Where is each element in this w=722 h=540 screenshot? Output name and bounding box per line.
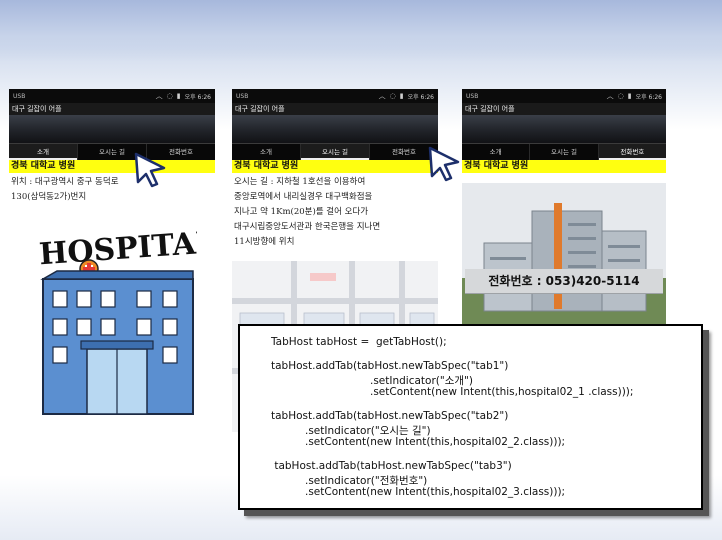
wifi-icon: ◌ xyxy=(617,92,624,100)
hospital-photo xyxy=(462,183,666,329)
app-title: 대구 길잡이 어플 xyxy=(9,103,215,115)
usb-status: USB xyxy=(13,92,26,100)
battery-icon: ▮ xyxy=(627,92,632,100)
directions-text: 오시는 길 : 지하철 1호선을 이용하여 중앙로역에서 내리실경우 대구백화점… xyxy=(234,177,381,247)
code-line: tabHost.addTab(tabHost.newTabSpec("tab1"… xyxy=(271,360,509,372)
content-title: 경북 대학교 병원 xyxy=(232,160,438,173)
wifi-icon: ◌ xyxy=(389,92,396,100)
tab-intro[interactable]: 소개 xyxy=(9,144,78,160)
code-line: .setContent(new Intent(this,hospital02_2… xyxy=(305,436,566,448)
signal-icon: ︿ xyxy=(378,92,386,100)
app-title: 대구 길잡이 어플 xyxy=(462,103,666,115)
signal-icon: ︿ xyxy=(606,92,614,100)
code-snippet-panel: TabHost tabHost = getTabHost(); tabHost.… xyxy=(238,324,703,510)
app-title: 대구 길잡이 어플 xyxy=(232,103,438,115)
battery-icon: ▮ xyxy=(176,92,181,100)
code-line: .setContent(new Intent(this,hospital02_1… xyxy=(370,386,634,398)
tab-phone[interactable]: 전화번호 xyxy=(598,144,666,160)
tab-intro[interactable]: 소개 xyxy=(232,144,301,160)
code-line: .setContent(new Intent(this,hospital02_3… xyxy=(305,486,566,498)
phone-screenshot-intro: USB ︿ ◌ ▮ 오후 6:26 대구 길잡이 어플 소개 오시는 길 전화번… xyxy=(9,89,215,432)
slide-header-band xyxy=(0,0,722,62)
location-text: 위치 : 대구광역시 중구 동덕로 130(삼덕동2가)번지 xyxy=(11,177,119,202)
tab-bar: 소개 오시는 길 전화번호 xyxy=(9,143,215,160)
code-line: TabHost tabHost = getTabHost(); xyxy=(271,336,447,348)
app-header xyxy=(232,115,438,143)
code-line: tabHost.addTab(tabHost.newTabSpec("tab2"… xyxy=(271,410,509,422)
app-header xyxy=(9,115,215,143)
status-bar: USB ︿ ◌ ▮ 오후 6:26 xyxy=(462,89,666,103)
usb-status: USB xyxy=(466,92,479,100)
status-clock: 오후 6:26 xyxy=(635,93,662,101)
hospital-sign-text: HOSPITAL xyxy=(38,225,197,272)
mouse-pointer-icon xyxy=(428,146,460,182)
usb-status: USB xyxy=(236,92,249,100)
tab-bar: 소개 오시는 길 전화번호 xyxy=(232,143,438,160)
status-bar: USB ︿ ◌ ▮ 오후 6:26 xyxy=(232,89,438,103)
content-title: 경북 대학교 병원 xyxy=(462,160,666,173)
hospital-building-icon: HOSPITAL xyxy=(38,225,197,415)
status-clock: 오후 6:26 xyxy=(184,93,211,101)
status-clock: 오후 6:26 xyxy=(407,93,434,101)
wifi-icon: ◌ xyxy=(166,92,173,100)
code-line: tabHost.addTab(tabHost.newTabSpec("tab3"… xyxy=(271,460,512,472)
phone-number-display[interactable]: 전화번호 : 053)420-5114 xyxy=(465,269,663,294)
mouse-pointer-icon xyxy=(134,152,166,188)
phone-screenshot-contact: USB ︿ ◌ ▮ 오후 6:26 대구 길잡이 어플 소개 오시는 길 전화번… xyxy=(462,89,666,329)
content-title: 경북 대학교 병원 xyxy=(9,160,215,173)
tab-bar: 소개 오시는 길 전화번호 xyxy=(462,143,666,160)
battery-icon: ▮ xyxy=(399,92,404,100)
signal-icon: ︿ xyxy=(155,92,163,100)
app-header xyxy=(462,115,666,143)
tab-directions[interactable]: 오시는 길 xyxy=(301,144,370,160)
status-bar: USB ︿ ◌ ▮ 오후 6:26 xyxy=(9,89,215,103)
tab-directions[interactable]: 오시는 길 xyxy=(530,144,599,160)
tab-intro[interactable]: 소개 xyxy=(462,144,531,160)
